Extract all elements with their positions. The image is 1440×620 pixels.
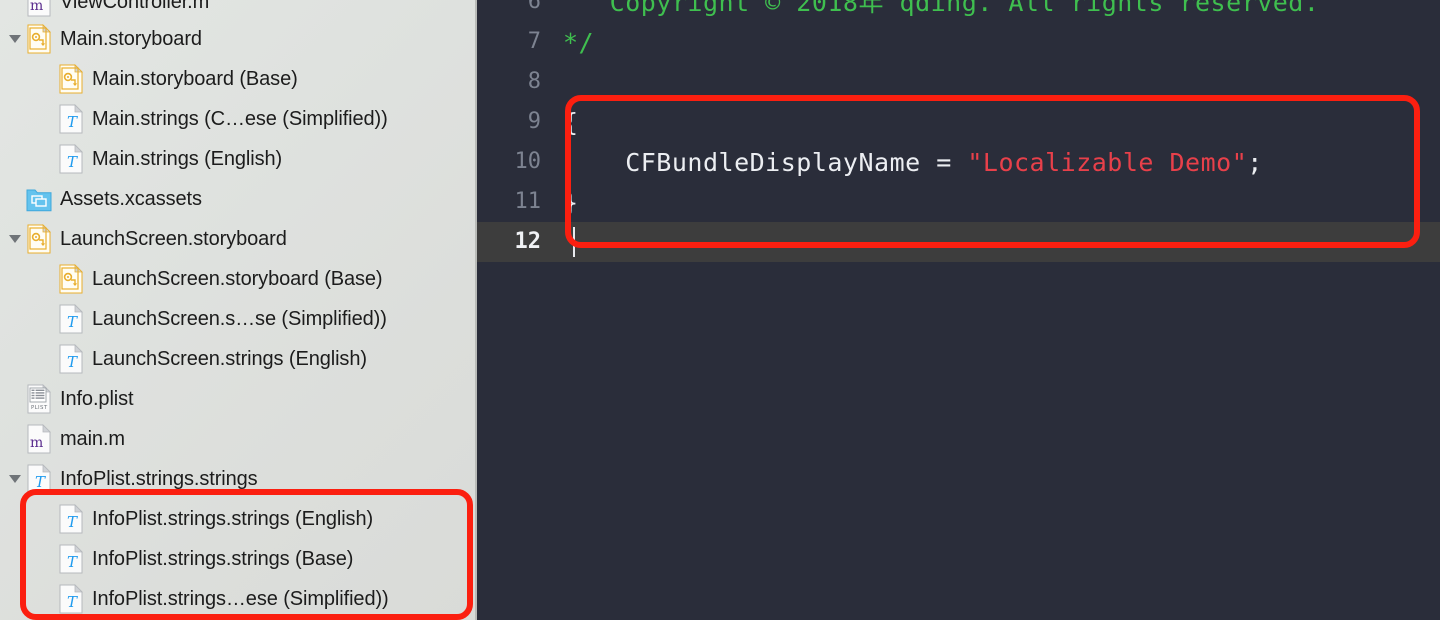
navigator-row-label: InfoPlist.strings…ese (Simplified)) — [92, 588, 389, 610]
storyboard-file-icon — [58, 64, 84, 94]
strings-file-icon: T — [58, 304, 84, 334]
navigator-row-label: InfoPlist.strings.strings (English) — [92, 508, 374, 530]
disclosure-triangle-expanded-icon[interactable] — [4, 459, 26, 499]
code-line[interactable]: 6 Copyright © 2018年 qding. All rights re… — [477, 0, 1440, 22]
navigator-row-label: LaunchScreen.storyboard (Base) — [92, 268, 383, 290]
line-number: 8 — [527, 69, 541, 94]
navigator-row-label: Main.strings (English) — [92, 148, 283, 170]
navigator-row-label: InfoPlist.strings.strings — [60, 468, 258, 490]
svg-text:m: m — [30, 0, 43, 14]
svg-text:T: T — [35, 473, 46, 491]
objc-m-file-icon: m — [26, 0, 52, 17]
code-text: Copyright © 2018年 qding. All rights rese… — [555, 0, 1319, 15]
line-number: 10 — [514, 149, 542, 174]
svg-text:T: T — [67, 593, 78, 611]
line-number: 9 — [527, 109, 541, 134]
project-navigator[interactable]: m ViewController.m Main.storyboard Main.s… — [0, 0, 477, 620]
code-text: CFBundleDisplayName = "Localizable Demo"… — [555, 150, 1263, 175]
code-token-plain: CFBundleDisplayName = — [563, 147, 968, 177]
navigator-row[interactable]: Main.storyboard (Base) — [0, 59, 475, 99]
navigator-row[interactable]: T InfoPlist.strings.strings — [0, 459, 475, 499]
svg-text:T: T — [67, 553, 78, 571]
navigator-row[interactable]: T Main.strings (English) — [0, 139, 475, 179]
strings-file-icon: T — [58, 584, 84, 614]
navigator-row-label: ViewController.m — [60, 0, 210, 13]
code-token-plain: } — [563, 187, 579, 217]
text-caret — [573, 227, 575, 257]
navigator-row[interactable]: PLIST Info.plist — [0, 379, 475, 419]
navigator-row-label: Main.strings (C…ese (Simplified)) — [92, 108, 388, 130]
strings-file-icon: T — [26, 464, 52, 494]
storyboard-file-icon — [26, 24, 52, 54]
navigator-row-label: Info.plist — [60, 388, 134, 410]
strings-file-icon: T — [58, 144, 84, 174]
code-line[interactable]: 9{ — [477, 102, 1440, 142]
navigator-row[interactable]: LaunchScreen.storyboard (Base) — [0, 259, 475, 299]
svg-text:m: m — [30, 435, 43, 451]
svg-text:T: T — [67, 153, 78, 171]
navigator-row[interactable]: T LaunchScreen.strings (English) — [0, 339, 475, 379]
code-token-comment: */ — [563, 27, 595, 57]
code-line-active[interactable]: 12 — [477, 222, 1440, 262]
code-token-string: "Localizable Demo" — [967, 147, 1248, 177]
navigator-row-label: LaunchScreen.storyboard — [60, 228, 287, 250]
code-text: } — [555, 190, 579, 215]
code-token-comment: Copyright © 2018年 qding. All rights rese… — [563, 0, 1320, 17]
line-number: 12 — [514, 229, 542, 254]
navigator-row-label: Main.storyboard — [60, 28, 202, 50]
strings-file-icon: T — [58, 544, 84, 574]
navigator-row[interactable]: T InfoPlist.strings…ese (Simplified)) — [0, 579, 475, 619]
navigator-row[interactable]: LaunchScreen.storyboard — [0, 219, 475, 259]
storyboard-file-icon — [26, 224, 52, 254]
code-line[interactable]: 8 — [477, 62, 1440, 102]
navigator-row-label: LaunchScreen.strings (English) — [92, 348, 367, 370]
navigator-row[interactable]: T InfoPlist.strings.strings (Base) — [0, 539, 475, 579]
navigator-row[interactable]: m main.m — [0, 419, 475, 459]
svg-text:T: T — [67, 313, 78, 331]
navigator-row-label: Main.storyboard (Base) — [92, 68, 298, 90]
line-number: 6 — [527, 0, 541, 14]
navigator-row-label: InfoPlist.strings.strings (Base) — [92, 548, 354, 570]
svg-text:PLIST: PLIST — [31, 405, 48, 411]
code-line[interactable]: 11} — [477, 182, 1440, 222]
disclosure-triangle-expanded-icon[interactable] — [4, 19, 26, 59]
code-token-plain: ; — [1247, 147, 1263, 177]
disclosure-triangle-expanded-icon[interactable] — [4, 219, 26, 259]
code-token-plain: { — [563, 107, 579, 137]
source-editor[interactable]: 6 Copyright © 2018年 qding. All rights re… — [477, 0, 1440, 620]
navigator-row-label: Assets.xcassets — [60, 188, 202, 210]
objc-m-file-icon: m — [26, 424, 52, 454]
navigator-row[interactable]: T Main.strings (C…ese (Simplified)) — [0, 99, 475, 139]
strings-file-icon: T — [58, 104, 84, 134]
svg-text:T: T — [67, 113, 78, 131]
strings-file-icon: T — [58, 344, 84, 374]
xcode-window: m ViewController.m Main.storyboard Main.s… — [0, 0, 1440, 620]
code-text: */ — [555, 30, 594, 55]
svg-text:T: T — [67, 513, 78, 531]
navigator-row[interactable]: Main.storyboard — [0, 19, 475, 59]
navigator-row[interactable]: Assets.xcassets — [0, 179, 475, 219]
storyboard-file-icon — [58, 264, 84, 294]
navigator-row[interactable]: T InfoPlist.strings.strings (English) — [0, 499, 475, 539]
code-line[interactable]: 7 */ — [477, 22, 1440, 62]
line-number: 11 — [514, 189, 542, 214]
plist-file-icon: PLIST — [26, 384, 52, 414]
strings-file-icon: T — [58, 504, 84, 534]
xcassets-folder-icon — [26, 184, 52, 214]
line-number: 7 — [527, 29, 541, 54]
svg-text:T: T — [67, 353, 78, 371]
navigator-row[interactable]: T LaunchScreen.s…se (Simplified)) — [0, 299, 475, 339]
navigator-row-label: LaunchScreen.s…se (Simplified)) — [92, 308, 387, 330]
navigator-row-label: main.m — [60, 428, 125, 450]
code-text: { — [555, 110, 579, 135]
code-line[interactable]: 10 CFBundleDisplayName = "Localizable De… — [477, 142, 1440, 182]
